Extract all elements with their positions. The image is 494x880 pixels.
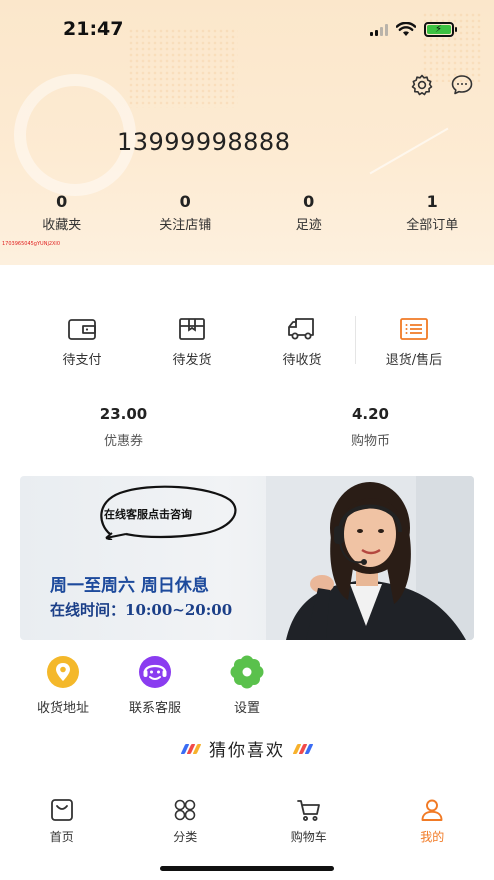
stat-all-orders[interactable]: 1 全部订单 [371,192,494,233]
tab-mine[interactable]: 我的 [371,795,494,850]
stat-footprints[interactable]: 0 足迹 [247,192,371,233]
chat-bubble-icon[interactable] [450,73,474,97]
order-status-row: 待支付 待发货 待收货 退货/售后 [0,316,494,376]
location-icon [47,656,79,688]
header-actions [410,73,474,97]
coupons-value: 23.00 [99,405,148,423]
tab-label: 购物车 [290,830,327,844]
signal-icon [370,23,388,36]
coupons-label: 优惠券 [103,434,143,449]
stat-value: 0 [179,192,191,211]
profile-header: 21:47 ⚡ 13999998888 0 收藏夹 0 关注店铺 0 足迹 1 … [0,0,494,265]
category-icon [174,799,196,821]
service-shortcuts: 收货地址 联系客服 设置 [24,655,286,716]
stat-label: 收藏夹 [42,218,82,233]
stat-label: 全部订单 [406,218,459,233]
user-stats: 0 收藏夹 0 关注店铺 0 足迹 1 全部订单 [0,192,494,233]
decorative-slashes-icon [180,743,202,754]
tab-category[interactable]: 分类 [124,795,248,850]
banner-online-hours: 在线时间：10:00~20:00 [50,601,233,619]
home-indicator[interactable] [160,866,334,871]
stat-label: 关注店铺 [159,218,212,233]
coins-value: 4.20 [351,405,389,423]
contact-customer-service[interactable]: 联系客服 [116,655,194,716]
order-label: 待收货 [282,353,322,368]
status-time: 21:47 [63,18,124,40]
package-icon [179,318,205,340]
coins-label: 购物币 [350,434,390,449]
order-refund-aftersale[interactable]: 退货/售后 [359,316,469,376]
wallet-icon [68,319,96,340]
decorative-slashes-icon [292,743,314,754]
recommend-title: 猜你喜欢 [209,741,285,761]
tab-cart[interactable]: 购物车 [247,795,371,850]
stat-value: 0 [56,192,68,211]
order-pending-receipt[interactable]: 待收货 [247,316,357,376]
wallet-row: 23.00 优惠券 4.20 购物币 [0,405,494,449]
banner-schedule: 周一至周六 周日休息 [50,576,209,596]
service-label: 设置 [233,701,260,716]
order-pending-shipment[interactable]: 待发货 [137,316,247,376]
order-label: 待支付 [62,353,102,368]
coupons[interactable]: 23.00 优惠券 [0,405,247,449]
agent-illustration [266,476,474,640]
tab-home[interactable]: 首页 [0,795,124,850]
stat-value: 0 [303,192,315,211]
stat-value: 1 [426,192,438,211]
stat-label: 足迹 [295,218,322,233]
banner-bubble-text: 在线客服点击咨询 [104,508,192,521]
user-phone-number[interactable]: 13999998888 [117,128,290,156]
service-label: 收货地址 [36,701,89,716]
order-pending-payment[interactable]: 待支付 [27,316,137,376]
order-label: 退货/售后 [385,353,443,368]
gear-icon[interactable] [410,73,434,97]
user-id-text: 1703965045gYUNj2Xl0 [2,241,61,247]
service-label: 联系客服 [128,701,181,716]
orders-divider [355,316,356,364]
return-list-icon [400,318,428,340]
cart-icon [296,800,320,821]
shopping-coins[interactable]: 4.20 购物币 [247,405,494,449]
stat-favorites[interactable]: 0 收藏夹 [0,192,124,233]
order-label: 待发货 [172,353,212,368]
bottom-tab-bar: 首页 分类 购物车 我的 [0,795,494,850]
settings-flower-icon [230,655,264,689]
tab-label: 首页 [49,830,74,844]
truck-icon [288,318,314,340]
decorative-line [369,127,449,175]
battery-icon: ⚡ [424,22,457,37]
recommend-title-wrap: 猜你喜欢 [180,736,314,761]
shipping-address[interactable]: 收货地址 [24,655,102,716]
status-icons: ⚡ [370,22,457,37]
home-bag-icon [50,799,73,821]
recommend-section-header: 猜你喜欢 [0,736,494,761]
user-icon [421,799,443,821]
settings-shortcut[interactable]: 设置 [208,655,286,716]
status-bar: 21:47 ⚡ [0,0,494,60]
tab-label: 分类 [173,830,198,844]
customer-service-icon [139,656,171,688]
tab-label: 我的 [420,830,445,844]
stat-followed-shops[interactable]: 0 关注店铺 [124,192,248,233]
wifi-icon [396,22,416,36]
customer-service-banner[interactable]: 在线客服点击咨询 周一至周六 周日休息 在线时间：10:00~20:00 [20,476,474,640]
